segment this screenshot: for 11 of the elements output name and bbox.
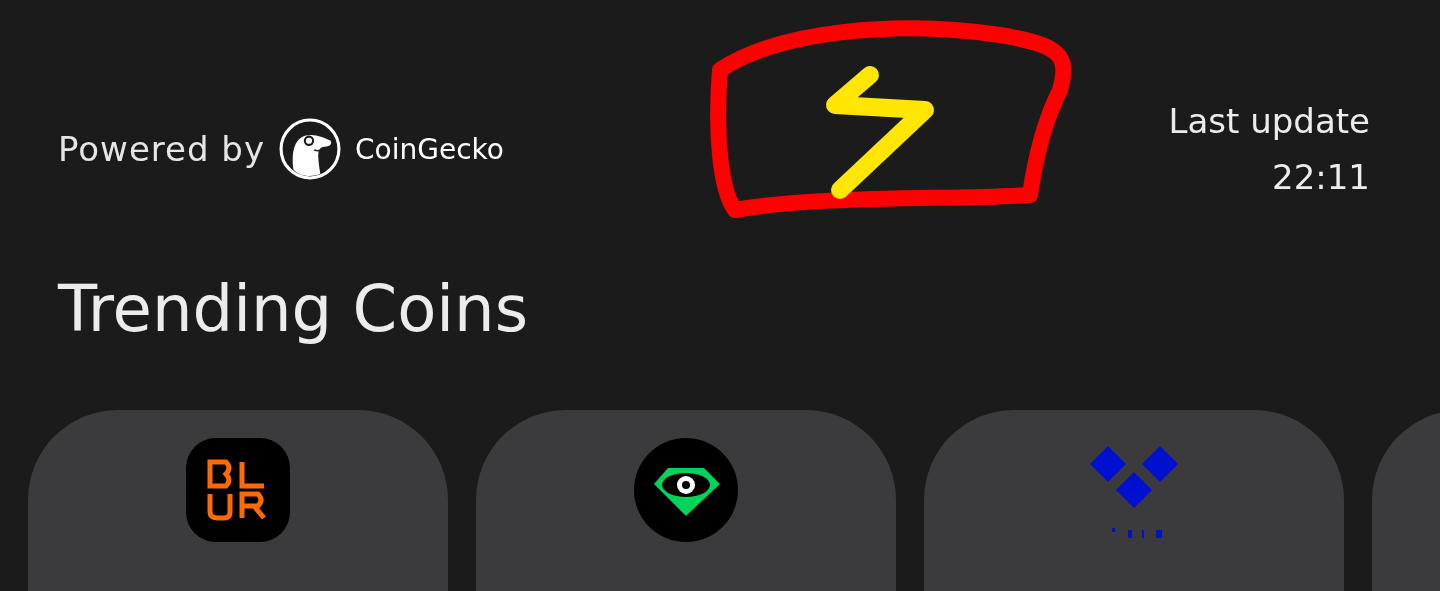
coin-card[interactable]: [28, 410, 448, 591]
powered-by-label: Powered by: [58, 129, 266, 169]
coin-card[interactable]: [476, 410, 896, 591]
blur-logo-icon: [186, 438, 290, 542]
last-update-label: Last update: [1168, 100, 1370, 143]
gecko-logo-icon: [279, 118, 342, 180]
coin-card[interactable]: [924, 410, 1344, 591]
brand-name: CoinGecko: [355, 132, 504, 166]
section-title: Trending Coins: [58, 271, 529, 348]
last-update-time: 22:11: [1272, 156, 1370, 199]
eye-logo-icon: [634, 438, 738, 542]
